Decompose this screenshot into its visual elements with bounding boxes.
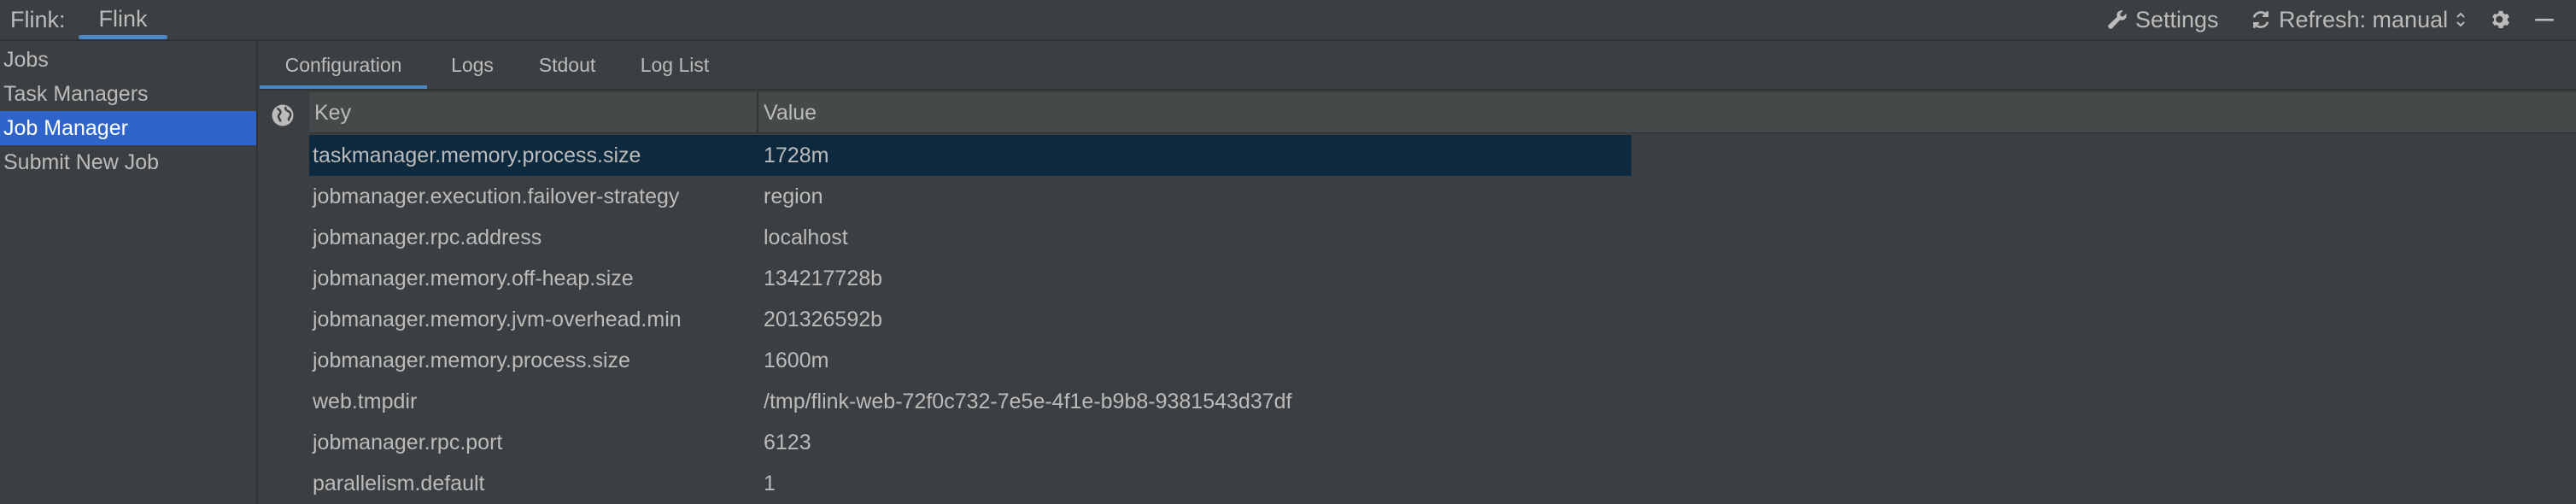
table-row[interactable]: jobmanager.memory.off-heap.size 13421772… — [309, 258, 1631, 299]
row-key: web.tmpdir — [313, 390, 418, 413]
row-key: jobmanager.rpc.address — [313, 226, 542, 249]
settings-button[interactable]: Settings — [2106, 0, 2219, 39]
tab-label: Configuration — [284, 54, 402, 76]
sidebar-item-job-manager[interactable]: Job Manager — [0, 111, 256, 145]
sidebar-item-submit-new-job[interactable]: Submit New Job — [0, 145, 256, 179]
row-value: 1600m — [764, 349, 829, 372]
tab-label: Stdout — [538, 54, 596, 76]
refresh-label: Refresh: manual — [2279, 6, 2449, 32]
tab-label: Logs — [451, 54, 494, 76]
table-row[interactable]: jobmanager.rpc.port 6123 — [309, 422, 1631, 463]
tab-bar: Configuration Logs Stdout Log List — [260, 41, 2576, 91]
row-value: region — [764, 185, 823, 208]
table-row[interactable]: jobmanager.memory.process.size 1600m — [309, 340, 1631, 381]
sidebar-item-task-managers[interactable]: Task Managers — [0, 77, 256, 111]
column-header-value[interactable]: Value — [758, 92, 1631, 133]
table-row[interactable]: taskmanager.memory.process.size 1728m — [309, 135, 1631, 176]
row-key: jobmanager.rpc.port — [313, 431, 503, 454]
row-key: parallelism.default — [313, 472, 485, 495]
row-value: 201326592b — [764, 308, 883, 331]
row-value: 134217728b — [764, 267, 883, 290]
row-key: jobmanager.memory.jvm-overhead.min — [313, 308, 682, 331]
active-tab-indicator — [79, 35, 167, 39]
gear-button[interactable] — [2489, 0, 2513, 39]
toolbar: Flink: Flink Settings Refresh: manual — [0, 0, 2576, 41]
connection-prefix-label: Flink: — [10, 7, 66, 32]
tab-connection-flink[interactable]: Flink — [79, 0, 167, 39]
row-value: 1 — [764, 472, 776, 495]
table-header: Key Value — [309, 92, 2576, 133]
tab-logs[interactable]: Logs — [427, 41, 518, 89]
wrench-icon — [2108, 10, 2127, 29]
table-row[interactable]: jobmanager.memory.jvm-overhead.min 20132… — [309, 299, 1631, 340]
refresh-dropdown[interactable]: Refresh: manual — [2250, 0, 2467, 39]
tab-stdout[interactable]: Stdout — [518, 41, 617, 89]
row-key: jobmanager.execution.failover-strategy — [313, 185, 680, 208]
table-row[interactable]: web.tmpdir /tmp/flink-web-72f0c732-7e5e-… — [309, 381, 1631, 422]
settings-label: Settings — [2135, 6, 2219, 32]
row-key: jobmanager.memory.off-heap.size — [313, 267, 634, 290]
table-row[interactable]: parallelism.default 1 — [309, 463, 1631, 504]
active-tab-indicator — [260, 85, 427, 89]
column-header-key[interactable]: Key — [309, 92, 758, 133]
connection-tab-label: Flink — [98, 6, 148, 32]
row-key: taskmanager.memory.process.size — [313, 144, 641, 167]
globe-button[interactable] — [270, 103, 296, 132]
globe-icon — [272, 104, 294, 126]
updown-chevron-icon — [2456, 12, 2465, 27]
refresh-icon — [2252, 11, 2269, 28]
table-row[interactable]: jobmanager.execution.failover-strategy r… — [309, 176, 1631, 217]
sidebar: Jobs Task Managers Job Manager Submit Ne… — [0, 41, 258, 504]
table-row[interactable]: jobmanager.rpc.address localhost — [309, 217, 1631, 258]
tab-configuration[interactable]: Configuration — [260, 41, 427, 89]
gear-icon — [2492, 10, 2509, 29]
sidebar-item-jobs[interactable]: Jobs — [0, 43, 256, 77]
tab-log-list[interactable]: Log List — [617, 41, 733, 89]
tab-label: Log List — [640, 54, 710, 76]
row-value: /tmp/flink-web-72f0c732-7e5e-4f1e-b9b8-9… — [764, 390, 1292, 413]
configuration-panel: Key Value taskmanager.memory.process.siz… — [260, 92, 2576, 504]
row-value: localhost — [764, 226, 848, 249]
minimize-button[interactable] — [2533, 0, 2556, 39]
row-value: 1728m — [764, 144, 829, 167]
row-key: jobmanager.memory.process.size — [313, 349, 630, 372]
minimize-icon — [2535, 18, 2554, 21]
row-value: 6123 — [764, 431, 811, 454]
